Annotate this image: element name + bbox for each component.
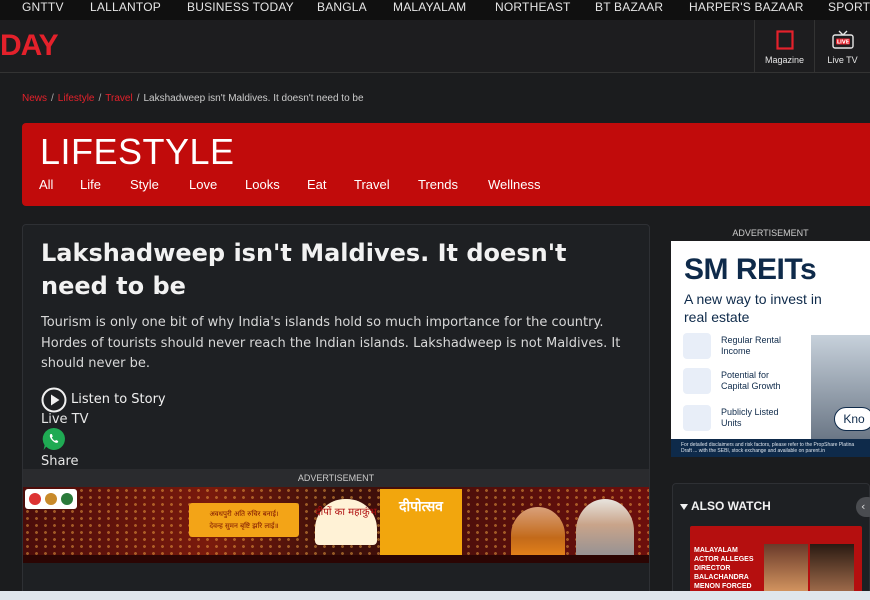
breadcrumb: News / Lifestyle / Travel / Lakshadweep isn't … — [22, 93, 364, 104]
ad-verse-box: अवधपुरी अति रुचिर बनाई। देवन्ह सुमन बृष्… — [189, 503, 299, 537]
site-header: DAY Magazine LIVE Live TV — [0, 20, 870, 73]
network-link-business-today[interactable]: BUSINESS TODAY — [187, 0, 294, 14]
listed-units-icon — [683, 405, 711, 431]
whatsapp-share-button[interactable] — [41, 426, 67, 456]
triangle-down-icon — [680, 504, 688, 510]
listen-label: Listen to Story — [71, 392, 166, 407]
breadcrumb-separator: / — [98, 93, 102, 104]
tab-love[interactable]: Love — [189, 177, 217, 192]
breadcrumb-lifestyle[interactable]: Lifestyle — [58, 93, 95, 104]
tab-all[interactable]: All — [39, 177, 53, 192]
also-watch-title: ALSO WATCH — [691, 499, 771, 513]
tab-wellness[interactable]: Wellness — [488, 177, 541, 192]
capital-growth-icon — [683, 368, 711, 394]
ad-verse-line-2: देवन्ह सुमन बृष्टि झरि लाई॥ — [209, 522, 279, 530]
right-advertisement-label: ADVERTISEMENT — [732, 228, 809, 238]
right-ad-feature-text: Publicly Listed Units — [721, 407, 779, 428]
tab-life[interactable]: Life — [80, 177, 101, 192]
article-headline: Lakshadweep isn't Maldives. It doesn't n… — [41, 239, 567, 300]
site-logo[interactable]: DAY — [0, 28, 59, 64]
ad-footer-bar — [23, 555, 649, 563]
network-link-gnttv[interactable]: GNTTV — [22, 0, 64, 14]
ad-festival-text: दीपोत्सव — [399, 499, 443, 515]
tab-travel[interactable]: Travel — [354, 177, 390, 192]
also-watch-video-thumbnail[interactable]: MALAYALAM ACTOR ALLEGES DIRECTOR BALACHA… — [690, 526, 862, 600]
breadcrumb-separator: / — [136, 93, 140, 104]
also-watch-panel: ALSO WATCH ‹ MALAYALAM ACTOR ALLEGES DIR… — [672, 483, 870, 600]
also-watch-prev-button[interactable]: ‹ — [856, 497, 870, 517]
network-link-lallantop[interactable]: LALLANTOP — [90, 0, 161, 14]
network-link-harpers-bazaar[interactable]: HARPER'S BAZAAR — [689, 0, 804, 14]
right-ad[interactable]: SM REITs A new way to invest in real est… — [671, 241, 870, 457]
magazine-label: Magazine — [764, 55, 805, 65]
tab-trends[interactable]: Trends — [418, 177, 458, 192]
live-tv-button[interactable]: LIVE Live TV — [814, 20, 870, 73]
share-label: Share — [41, 454, 79, 469]
tab-eat[interactable]: Eat — [307, 177, 327, 192]
ad-verse-line-1: अवधपुरी अति रुचिर बनाई। — [209, 510, 279, 518]
network-link-bangla[interactable]: BANGLA — [317, 0, 367, 14]
play-icon — [41, 387, 67, 413]
network-link-northeast[interactable]: NORTHEAST — [495, 0, 571, 14]
section-banner: LIFESTYLE All Life Style Love Looks Eat … — [22, 123, 870, 206]
live-tv-icon: LIVE — [831, 30, 854, 49]
tab-style[interactable]: Style — [130, 177, 159, 192]
article-card: Lakshadweep isn't Maldives. It doesn't n… — [22, 224, 650, 600]
network-nav: GNTTV LALLANTOP BUSINESS TODAY BANGLA MA… — [0, 0, 870, 20]
live-tv-link[interactable]: Live TV — [41, 412, 89, 427]
right-ad-feature-text: Regular Rental Income — [721, 335, 782, 356]
emblem-icons — [25, 489, 77, 509]
whatsapp-icon — [42, 427, 65, 450]
breadcrumb-separator: / — [51, 93, 54, 104]
tab-looks[interactable]: Looks — [245, 177, 280, 192]
svg-text:LIVE: LIVE — [836, 39, 849, 45]
magazine-button[interactable]: Magazine — [754, 20, 814, 73]
breadcrumb-current: Lakshadweep isn't Maldives. It doesn't n… — [143, 93, 364, 104]
advertisement-label: ADVERTISEMENT — [23, 469, 649, 487]
right-ad-subhead: A new way to invest in real estate — [684, 291, 822, 325]
ad-festival-box: दीपोत्सव — [380, 489, 462, 559]
also-watch-video-caption: MALAYALAM ACTOR ALLEGES DIRECTOR BALACHA… — [694, 547, 754, 590]
network-link-sports[interactable]: SPORTS — [828, 0, 870, 14]
network-link-malayalam[interactable]: MALAYALAM — [393, 0, 466, 14]
right-ad-disclaimer: For detailed disclaimers and risk factor… — [671, 439, 870, 457]
breadcrumb-news[interactable]: News — [22, 93, 47, 104]
live-tv-label: Live TV — [827, 55, 858, 65]
ad-banner[interactable]: अवधपुरी अति रुचिर बनाई। देवन्ह सुमन बृष्… — [23, 487, 649, 563]
ad-person-right — [576, 499, 634, 563]
rental-income-icon — [683, 333, 711, 359]
breadcrumb-travel[interactable]: Travel — [105, 93, 132, 104]
section-title[interactable]: LIFESTYLE — [40, 132, 235, 172]
right-ad-headline: SM REITs — [684, 253, 817, 286]
bottom-strip — [0, 591, 870, 600]
magazine-icon — [775, 30, 794, 50]
right-ad-cta-button[interactable]: Kno — [834, 407, 870, 431]
network-link-bt-bazaar[interactable]: BT BAZAAR — [595, 0, 663, 14]
right-ad-feature-text: Potential for Capital Growth — [721, 370, 781, 391]
article-summary: Tourism is only one bit of why India's i… — [41, 315, 621, 371]
